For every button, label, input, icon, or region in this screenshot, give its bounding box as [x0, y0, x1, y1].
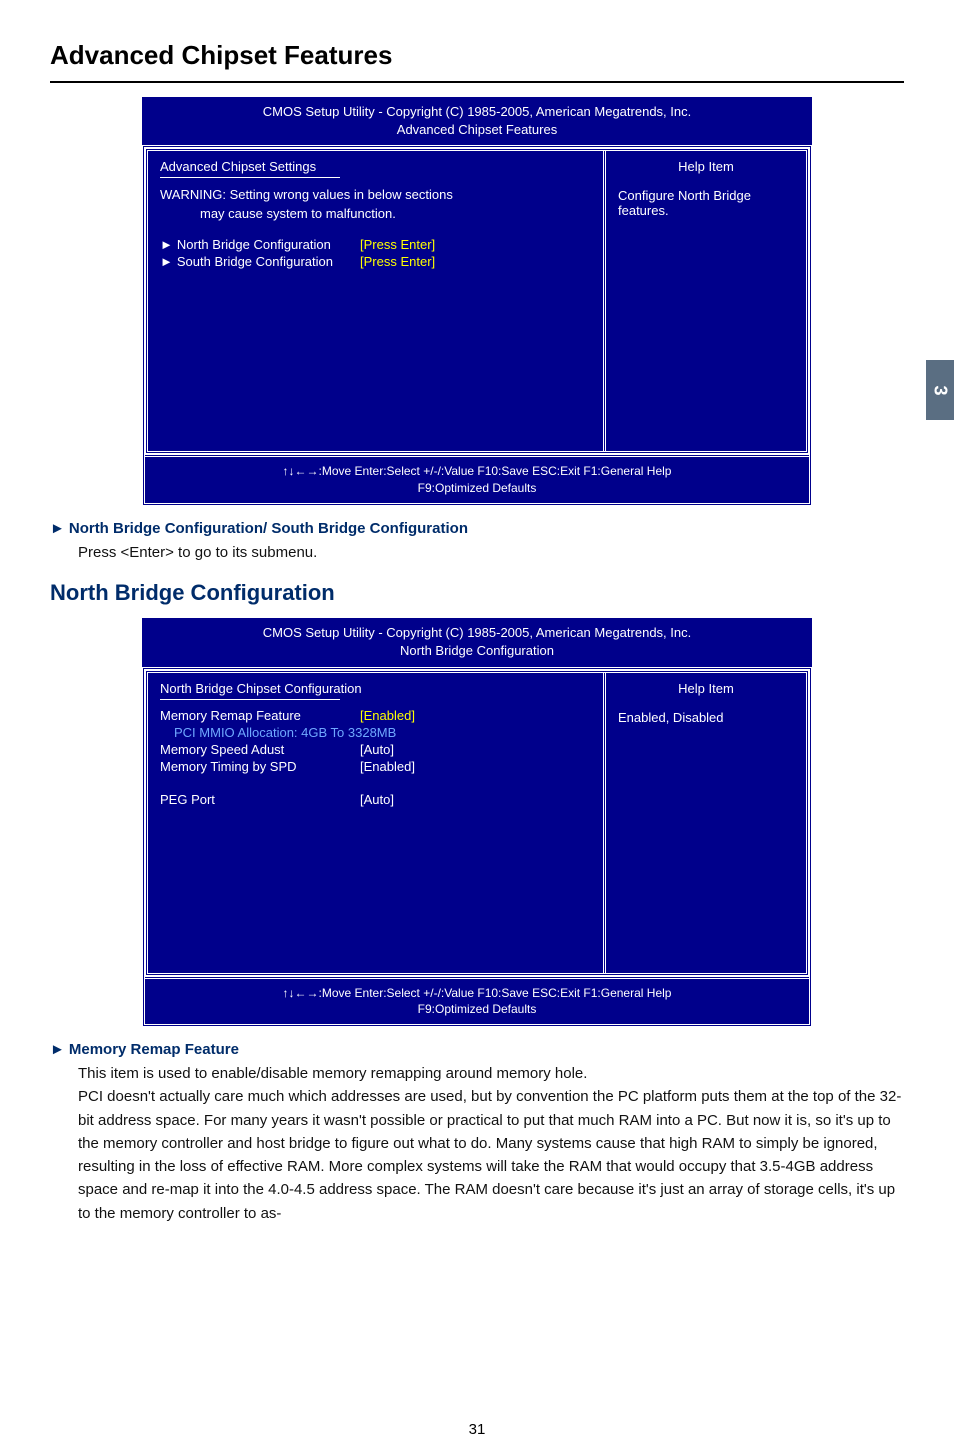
bios-row-memory-speed: Memory Speed Adust [Auto] — [160, 742, 591, 757]
bios-footer-line1: ↑↓←→:Move Enter:Select +/-/:Value F10:Sa… — [149, 985, 805, 1002]
bios-row-memory-remap: Memory Remap Feature [Enabled] — [160, 708, 591, 723]
bios-frame: North Bridge Chipset Configuration Memor… — [142, 667, 812, 1028]
subsection-body: This item is used to enable/disable memo… — [78, 1062, 904, 1225]
bios-row-value: [Press Enter] — [360, 237, 435, 252]
bios-row-label: Memory Speed Adust — [160, 742, 360, 757]
bios-footer-line2: F9:Optimized Defaults — [149, 480, 805, 497]
bios-header: CMOS Setup Utility - Copyright (C) 1985-… — [142, 618, 812, 666]
bios-left-header: Advanced Chipset Settings — [160, 159, 591, 174]
bios-footer: ↑↓←→:Move Enter:Select +/-/:Value F10:Sa… — [145, 976, 809, 1025]
bios-row-value: [Enabled] — [360, 759, 415, 774]
bios-header-line2: Advanced Chipset Features — [150, 121, 804, 139]
title-underline — [50, 81, 904, 83]
bios-left-panel: North Bridge Chipset Configuration Memor… — [148, 673, 606, 973]
page-content: Advanced Chipset Features CMOS Setup Uti… — [0, 0, 954, 1225]
bios-header: CMOS Setup Utility - Copyright (C) 1985-… — [142, 97, 812, 145]
bios-screenshot-north-bridge: CMOS Setup Utility - Copyright (C) 1985-… — [142, 618, 812, 1027]
section-title: Advanced Chipset Features — [50, 40, 904, 71]
bios-row-south-bridge: ►South Bridge Configuration [Press Enter… — [160, 254, 591, 269]
bios-warning-line1: WARNING: Setting wrong values in below s… — [160, 187, 453, 202]
bios-row-label: PEG Port — [160, 792, 360, 807]
bios-left-panel: Advanced Chipset Settings WARNING: Setti… — [148, 151, 606, 451]
subsection-title: North Bridge Configuration/ South Bridge… — [69, 520, 468, 537]
page-side-tab-number: 3 — [929, 385, 950, 395]
bios-main: North Bridge Chipset Configuration Memor… — [145, 670, 809, 976]
bios-row-pci-mmio: PCI MMIO Allocation: 4GB To 3328MB — [160, 725, 591, 740]
triangle-icon: ► — [50, 520, 65, 537]
bios-row-label: Memory Timing by SPD — [160, 759, 360, 774]
bios-row-value: [Press Enter] — [360, 254, 435, 269]
bios-header-line2: North Bridge Configuration — [150, 642, 804, 660]
bios-screenshot-advanced-chipset: CMOS Setup Utility - Copyright (C) 1985-… — [142, 97, 812, 506]
bios-row-label: PCI MMIO Allocation: 4GB To 3328MB — [160, 725, 591, 740]
bios-row-value: [Auto] — [360, 792, 394, 807]
bios-row-value: [Auto] — [360, 742, 394, 757]
bios-main: Advanced Chipset Settings WARNING: Setti… — [145, 148, 809, 454]
bios-frame: Advanced Chipset Settings WARNING: Setti… — [142, 145, 812, 506]
bios-row-spacer — [160, 776, 591, 790]
bios-help-title: Help Item — [618, 159, 794, 174]
bios-row-label: ►North Bridge Configuration — [160, 237, 360, 252]
bios-row-value: [Enabled] — [360, 708, 415, 723]
bios-help-text: Configure North Bridge features. — [618, 188, 794, 218]
bios-row-label: Memory Remap Feature — [160, 708, 360, 723]
bios-header-line1: CMOS Setup Utility - Copyright (C) 1985-… — [150, 103, 804, 121]
bios-row-peg-port: PEG Port [Auto] — [160, 792, 591, 807]
subsection-title: Memory Remap Feature — [69, 1041, 239, 1058]
bios-footer: ↑↓←→:Move Enter:Select +/-/:Value F10:Sa… — [145, 454, 809, 503]
bios-row-memory-timing: Memory Timing by SPD [Enabled] — [160, 759, 591, 774]
bios-row-north-bridge: ►North Bridge Configuration [Press Enter… — [160, 237, 591, 252]
triangle-icon: ► — [50, 1041, 65, 1058]
bios-footer-line1: ↑↓←→:Move Enter:Select +/-/:Value F10:Sa… — [149, 463, 805, 480]
triangle-icon: ► — [160, 254, 173, 269]
bios-right-panel: Help Item Configure North Bridge feature… — [606, 151, 806, 451]
subsection-memory-remap: ►Memory Remap Feature — [50, 1041, 904, 1058]
triangle-icon: ► — [160, 237, 173, 252]
bios-row-label: ►South Bridge Configuration — [160, 254, 360, 269]
bios-warning: WARNING: Setting wrong values in below s… — [160, 186, 591, 222]
bios-help-text: Enabled, Disabled — [618, 710, 794, 725]
page-side-tab: 3 — [926, 360, 954, 420]
subsection-body: Press <Enter> to go to its submenu. — [78, 541, 904, 564]
bios-left-header: North Bridge Chipset Configuration — [160, 681, 591, 696]
bios-help-title: Help Item — [618, 681, 794, 696]
subsection-north-south-config: ►North Bridge Configuration/ South Bridg… — [50, 520, 904, 537]
bios-footer-line2: F9:Optimized Defaults — [149, 1001, 805, 1018]
page-number: 31 — [0, 1421, 954, 1438]
bios-rule — [160, 699, 340, 700]
bios-rule — [160, 177, 340, 178]
bios-header-line1: CMOS Setup Utility - Copyright (C) 1985-… — [150, 624, 804, 642]
north-bridge-config-title: North Bridge Configuration — [50, 580, 904, 606]
bios-right-panel: Help Item Enabled, Disabled — [606, 673, 806, 973]
bios-warning-line2: may cause system to malfunction. — [160, 206, 396, 221]
